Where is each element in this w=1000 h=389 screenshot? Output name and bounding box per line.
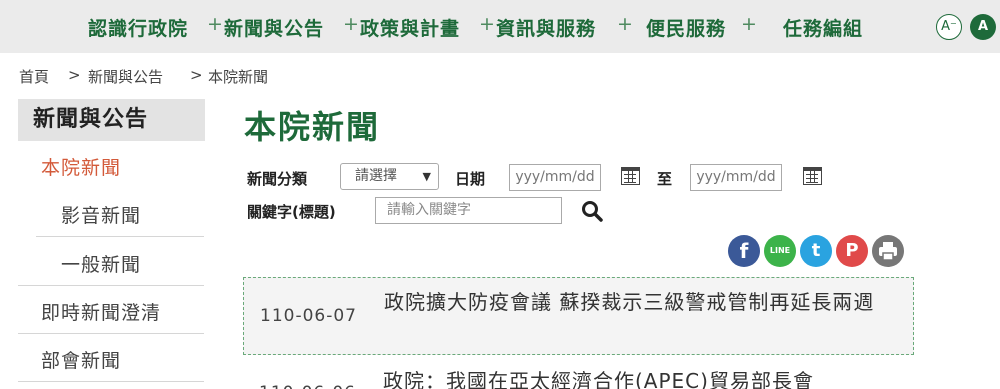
sidebar-item-clarification[interactable]: 即時新聞澄清 [41,298,161,325]
nav-expand-icon[interactable]: + [479,13,495,35]
category-select-value: 請選擇 [355,168,397,184]
facebook-icon: f [739,239,749,263]
chevron-down-icon: ▼ [422,170,431,183]
facebook-share-button[interactable]: f [728,235,760,267]
breadcrumb-separator: > [68,66,81,84]
news-date: 110-06-06 [259,383,356,389]
top-nav: 認識行政院 + 新聞與公告 + 政策與計畫 + 資訊與服務 + 便民服務 + 任… [0,0,1000,53]
nav-expand-icon[interactable]: + [617,13,633,35]
nav-expand-icon[interactable]: + [343,13,359,35]
plurk-icon: P [845,240,859,261]
divider [18,381,204,382]
nav-item-service[interactable]: 便民服務 [646,14,726,41]
printer-icon [879,242,897,261]
list-item[interactable]: 110-06-06 政院：我國在亞太經濟合作(APEC)貿易部長會 [243,362,914,389]
line-icon: LINE [769,246,791,255]
keyword-input[interactable]: 請輸入關鍵字 [375,197,562,224]
search-icon[interactable] [581,200,603,222]
date-from-input[interactable]: yyy/mm/dd [509,164,601,191]
divider [18,333,204,334]
category-label: 新聞分類 [247,170,308,188]
nav-expand-icon[interactable]: + [207,13,223,35]
page-title: 本院新聞 [244,108,381,146]
nav-item-info[interactable]: 資訊與服務 [496,14,596,41]
nav-item-news[interactable]: 新聞與公告 [224,14,324,41]
font-decrease-button[interactable]: A⁻ [936,14,962,40]
twitter-icon: t [811,240,821,261]
date-label: 日期 [455,170,486,188]
breadcrumb-separator: > [190,66,203,84]
divider [36,236,204,237]
date-to-label: 至 [657,170,673,188]
print-button[interactable] [872,235,904,267]
line-share-button[interactable]: LINE [764,235,796,267]
nav-item-about[interactable]: 認識行政院 [88,14,188,41]
breadcrumb-home[interactable]: 首頁 [19,66,49,87]
sidebar-item-current-news[interactable]: 本院新聞 [41,153,121,180]
plurk-share-button[interactable]: P [836,235,868,267]
news-title-link[interactable]: 政院：我國在亞太經濟合作(APEC)貿易部長會 [383,366,903,389]
news-title-link[interactable]: 政院擴大防疫會議 蘇揆裁示三級警戒管制再延長兩週 [384,287,904,317]
list-item[interactable]: 110-06-07 政院擴大防疫會議 蘇揆裁示三級警戒管制再延長兩週 [243,277,914,355]
sidebar-heading: 新聞與公告 [18,99,205,141]
nav-item-policy[interactable]: 政策與計畫 [360,14,460,41]
sidebar-item-general-news[interactable]: 一般新聞 [61,250,141,277]
font-increase-button[interactable]: A [970,14,996,40]
twitter-share-button[interactable]: t [800,235,832,267]
news-date: 110-06-07 [260,306,357,326]
divider [18,285,204,286]
nav-expand-icon[interactable]: + [741,13,757,35]
keyword-label: 關鍵字(標題) [247,203,336,221]
date-to-input[interactable]: yyy/mm/dd [690,164,782,191]
sidebar-item-video-news[interactable]: 影音新聞 [61,201,141,228]
breadcrumb-current: 本院新聞 [208,68,269,86]
category-select[interactable]: 請選擇 ▼ [340,163,439,190]
sidebar-item-ministry-news[interactable]: 部會新聞 [41,346,121,373]
breadcrumb-news[interactable]: 新聞與公告 [88,66,163,87]
calendar-icon[interactable] [803,167,822,185]
nav-item-tasks[interactable]: 任務編組 [783,14,863,41]
calendar-icon[interactable] [621,167,640,185]
